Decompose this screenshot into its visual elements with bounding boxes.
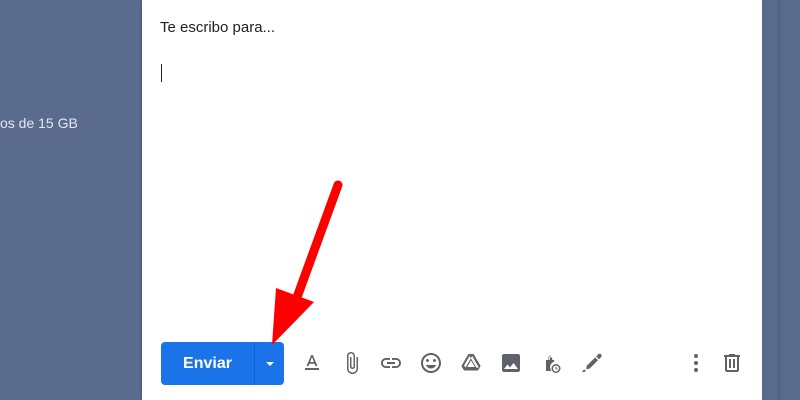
- confidential-mode-icon: [546, 355, 561, 373]
- insert-emoji-button[interactable]: [416, 348, 446, 378]
- emoji-icon: [421, 353, 441, 373]
- send-options-dropdown-icon: [265, 361, 274, 366]
- send-options-button[interactable]: [255, 342, 284, 385]
- insert-photo-icon: [502, 354, 520, 372]
- compose-window: Te escribo para... Enviar: [142, 0, 762, 400]
- attach-files-button[interactable]: [337, 348, 367, 378]
- background-panel-right: [762, 0, 800, 400]
- send-button-group: Enviar: [161, 342, 284, 385]
- text-format-icon: [305, 355, 319, 370]
- insert-photo-button[interactable]: [496, 348, 526, 378]
- send-button[interactable]: Enviar: [161, 342, 254, 385]
- message-body-text[interactable]: Te escribo para...: [160, 19, 275, 36]
- more-options-button[interactable]: [681, 348, 711, 378]
- storage-usage-text: os de 15 GB: [0, 115, 78, 131]
- insert-link-button[interactable]: [376, 348, 406, 378]
- google-drive-icon: [461, 354, 481, 371]
- background-divider: [778, 0, 780, 400]
- formatting-options-button[interactable]: [297, 348, 327, 378]
- attach-file-icon: [347, 352, 358, 374]
- signature-icon: [582, 353, 602, 372]
- discard-draft-icon: [724, 354, 740, 372]
- insert-signature-button[interactable]: [576, 348, 606, 378]
- insert-drive-file-button[interactable]: [456, 348, 486, 378]
- more-options-icon: [694, 354, 698, 372]
- confidential-mode-button[interactable]: [536, 348, 566, 378]
- insert-link-icon: [381, 358, 401, 368]
- discard-draft-button[interactable]: [717, 348, 747, 378]
- text-caret: [161, 64, 162, 82]
